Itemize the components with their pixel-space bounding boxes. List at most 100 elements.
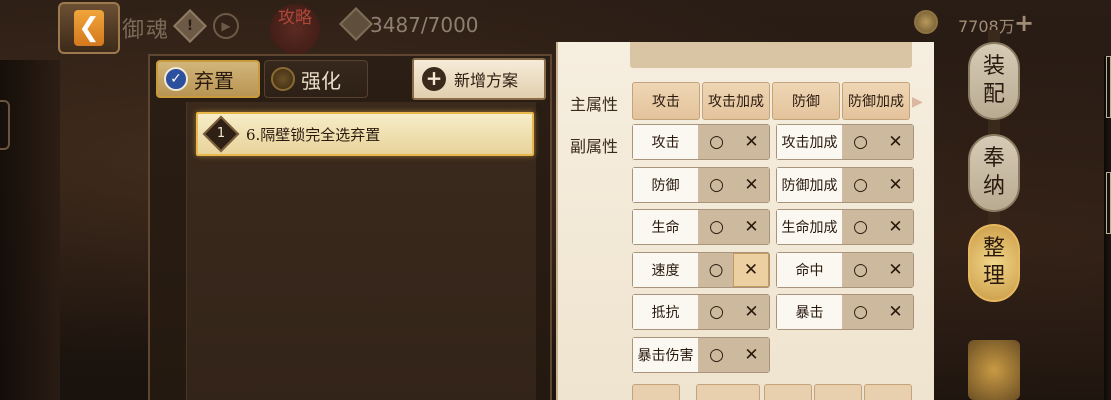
menu-connector [988,120,1000,134]
coin-icon [914,10,938,34]
exclude-toggle[interactable]: ✕ [878,125,913,159]
count-row-cell[interactable] [814,384,862,400]
main-attr-option[interactable]: 防御 [772,82,840,120]
exclude-toggle[interactable]: ✕ [878,168,913,202]
exclude-toggle[interactable]: ✕ [878,210,913,244]
include-toggle[interactable]: ○ [843,125,878,159]
page-title: 御魂 [122,18,171,43]
sub-attr-name: 抵抗 [633,295,699,329]
count-row-cell[interactable] [696,384,760,400]
sub-attr-toggles: ○ ✕ [699,252,769,287]
sub-attr-toggles: ○ ✕ [699,295,769,329]
sub-attr-option: 生命 ○ ✕ [632,209,770,245]
menu-sort-char: 整 [982,236,1005,261]
menu-store-char: 纳 [982,174,1005,199]
menu-equip[interactable]: 装 配 [968,42,1020,120]
sub-attr-toggles: ○ ✕ [699,167,769,202]
strategy-button[interactable]: 攻略 [270,4,320,54]
edge-marker [1106,56,1111,118]
include-toggle[interactable]: ○ [843,168,878,202]
sub-attr-name: 防御加成 [777,167,843,202]
include-toggle[interactable]: ○ [699,253,733,287]
menu-equip-char: 配 [982,82,1005,107]
list-item[interactable]: 1 6.隔壁锁完全选弃置 [196,112,534,156]
include-toggle[interactable]: ○ [843,295,878,329]
tab-discard[interactable]: ✓ 弃置 [156,60,260,98]
sub-attr-name: 暴击伤害 [633,337,699,372]
menu-equip-char: 装 [982,54,1005,79]
count-row-cell[interactable] [864,384,912,400]
stamina-counter: 3487/7000 [370,13,479,37]
back-button[interactable]: ❮ [58,2,120,54]
menu-store-char: 奉 [982,146,1005,171]
sub-attr-toggles: ○ ✕ [699,210,769,244]
menu-sort[interactable]: 整 理 [968,224,1020,302]
tab-enhance-label: 强化 [301,68,341,93]
coin-counter: 7708万 [958,17,1015,36]
sub-attr-toggles: ○ ✕ [843,210,913,244]
sub-attr-option: 防御加成 ○ ✕ [776,166,914,203]
sub-attr-option: 防御 ○ ✕ [632,166,770,203]
main-attr-option[interactable]: 攻击 [632,82,700,120]
sub-attr-option: 暴击 ○ ✕ [776,294,914,330]
sub-attr-option: 命中 ○ ✕ [776,251,914,288]
plan-number-badge: 1 [202,115,240,153]
sub-attr-toggles: ○ ✕ [843,125,913,159]
sub-attr-name: 暴击 [777,295,843,329]
sub-attr-toggles: ○ ✕ [699,337,769,372]
play-icon[interactable]: ▶ [213,13,239,39]
sub-attr-toggles: ○ ✕ [699,125,769,159]
sub-attr-name: 命中 [777,252,843,287]
exclude-toggle[interactable]: ✕ [733,252,769,287]
include-toggle[interactable]: ○ [699,125,734,159]
sub-attr-option: 暴击伤害 ○ ✕ [632,336,770,373]
sub-attr-toggles: ○ ✕ [843,167,913,202]
plus-circle-icon: + [422,67,446,91]
exclude-toggle[interactable]: ✕ [734,168,769,202]
bottom-badge-icon[interactable] [968,340,1020,400]
include-toggle[interactable]: ○ [699,168,734,202]
exclude-toggle[interactable]: ✕ [734,210,769,244]
menu-store[interactable]: 奉 纳 [968,134,1020,212]
exclude-toggle[interactable]: ✕ [878,295,913,329]
add-coins-button[interactable]: + [1014,9,1034,37]
chevron-left-icon: ❮ [74,10,104,46]
exclude-toggle[interactable]: ✕ [734,295,769,329]
new-plan-button[interactable]: + 新增方案 [412,58,546,100]
sub-attr-toggles: ○ ✕ [843,252,913,287]
include-toggle[interactable]: ○ [843,253,878,287]
sub-attr-option: 生命加成 ○ ✕ [776,209,914,245]
sub-attr-name: 生命 [633,210,699,244]
main-attr-label: 主属性 [570,95,619,114]
sub-attr-name: 攻击加成 [777,125,843,159]
count-row-cell[interactable] [764,384,812,400]
edge-marker [1106,172,1111,234]
include-toggle[interactable]: ○ [699,338,734,372]
plan-name: 6.隔壁锁完全选弃置 [246,125,381,144]
check-icon: ✓ [164,67,188,91]
tab-enhance[interactable]: 强化 [264,60,368,98]
include-toggle[interactable]: ○ [699,295,734,329]
left-edge-bracket[interactable] [0,100,10,150]
exclude-toggle[interactable]: ✕ [734,125,769,159]
main-attr-option[interactable]: 攻击加成 [702,82,770,120]
sub-attr-option: 速度 ○ ✕ [632,251,770,288]
include-toggle[interactable]: ○ [699,210,734,244]
level-filter-row[interactable] [630,42,912,68]
tab-discard-label: 弃置 [194,68,234,93]
sub-attr-label: 副属性 [570,137,619,156]
sub-attr-toggles: ○ ✕ [843,295,913,329]
exclude-toggle[interactable]: ✕ [734,338,769,372]
sub-attr-option: 攻击加成 ○ ✕ [776,124,914,160]
sub-attr-option: 攻击 ○ ✕ [632,124,770,160]
include-toggle[interactable]: ○ [843,210,878,244]
sub-attr-name: 防御 [633,167,699,202]
scroll-right-icon[interactable]: ▶ [912,94,923,110]
sub-attr-name: 生命加成 [777,210,843,244]
menu-sort-char: 理 [982,264,1005,289]
exclude-toggle[interactable]: ✕ [878,253,913,287]
radio-icon [271,67,295,91]
main-attr-option[interactable]: 防御加成 [842,82,910,120]
sub-attr-name: 攻击 [633,125,699,159]
sub-attr-option: 抵抗 ○ ✕ [632,294,770,330]
